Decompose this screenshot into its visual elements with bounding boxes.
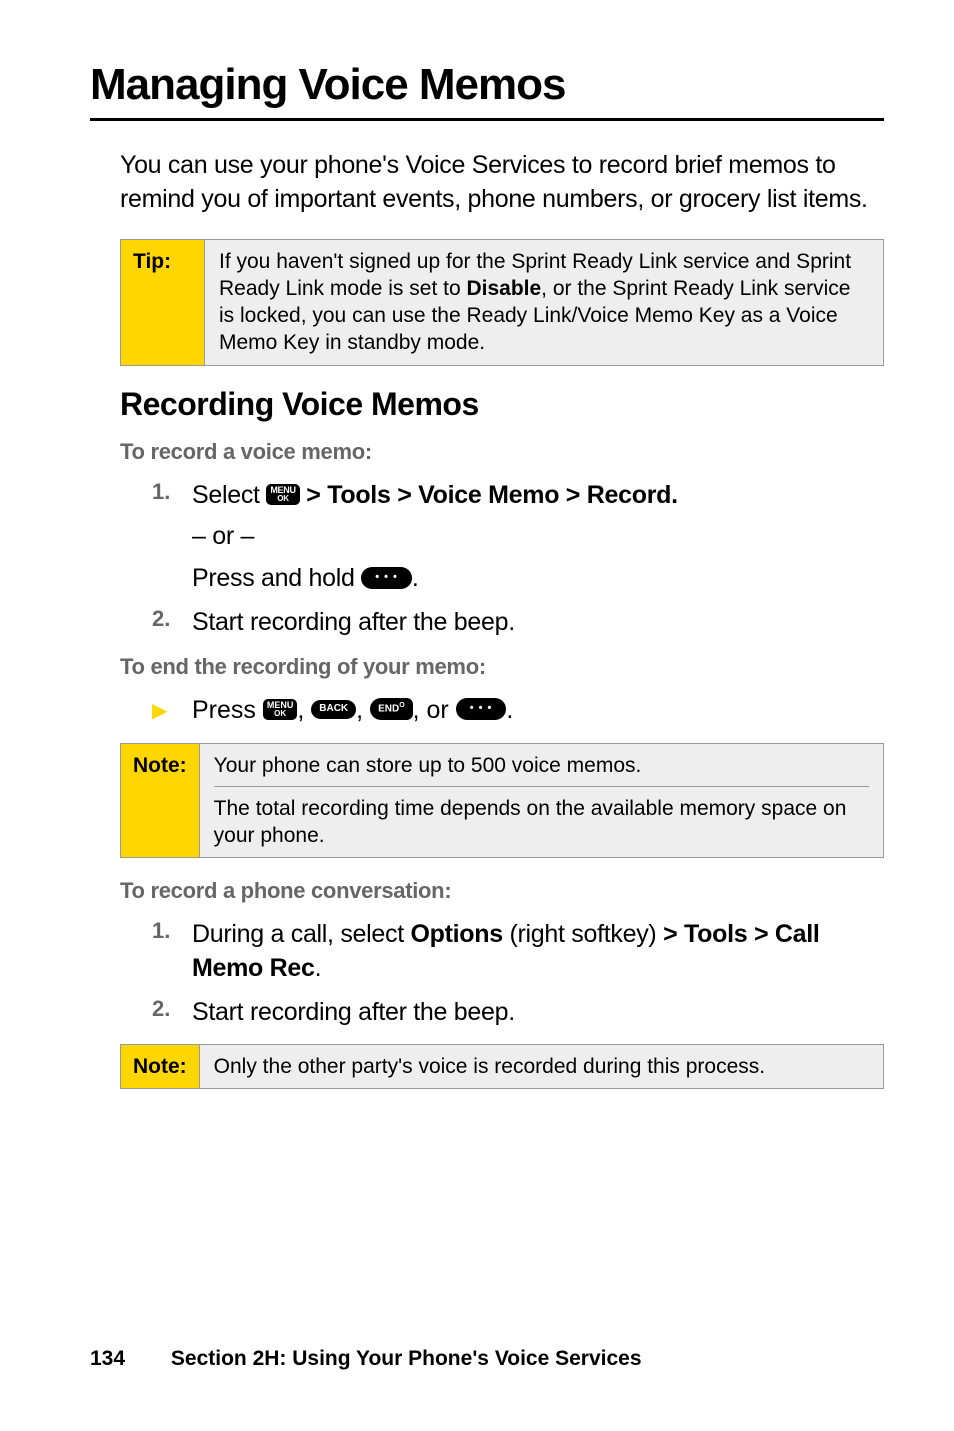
end-key-icon: ENDO <box>370 698 413 719</box>
step-text: Select MENUOK > Tools > Voice Memo > Rec… <box>192 479 884 596</box>
page-number: 134 <box>90 1347 125 1371</box>
footer-section: Section 2H: Using Your Phone's Voice Ser… <box>171 1347 642 1370</box>
steps-record-memo: 1. Select MENUOK > Tools > Voice Memo > … <box>152 479 884 640</box>
section-heading: Recording Voice Memos <box>120 386 884 423</box>
step-number: 2. <box>152 996 192 1030</box>
note1-line1: Your phone can store up to 500 voice mem… <box>214 752 869 779</box>
tip-text-bold: Disable <box>466 277 541 300</box>
readylink-key-icon: • • • <box>361 567 412 589</box>
press-line: Press MENUOK, BACK, ENDO, or • • •. <box>192 694 513 728</box>
steps-record-conversation: 1. During a call, select Options (right … <box>152 918 884 1029</box>
step1-prefix: Select <box>192 481 266 509</box>
subhead-record-memo: To record a voice memo: <box>120 439 884 465</box>
page-footer: 134 Section 2H: Using Your Phone's Voice… <box>90 1347 642 1371</box>
subhead-record-conversation: To record a phone conversation: <box>120 878 884 904</box>
step1c-options: Options <box>411 920 503 948</box>
subhead-end-recording: To end the recording of your memo: <box>120 654 884 680</box>
step-text: During a call, select Options (right sof… <box>192 918 884 986</box>
intro-paragraph: You can use your phone's Voice Services … <box>120 149 884 217</box>
step-number: 2. <box>152 606 192 640</box>
arrow-icon: ▶ <box>152 698 192 728</box>
step-2: 2. Start recording after the beep. <box>152 606 884 640</box>
step1-or: – or – <box>192 520 884 554</box>
note-label: Note: <box>121 1045 200 1088</box>
note-callout-1: Note: Your phone can store up to 500 voi… <box>120 743 884 858</box>
tip-callout: Tip: If you haven't signed up for the Sp… <box>120 239 884 366</box>
page-title: Managing Voice Memos <box>90 60 884 110</box>
step-text: Start recording after the beep. <box>192 606 884 640</box>
tip-body: If you haven't signed up for the Sprint … <box>205 240 883 365</box>
end-recording-list: ▶ Press MENUOK, BACK, ENDO, or • • •. <box>152 694 884 728</box>
step-text: Start recording after the beep. <box>192 996 884 1030</box>
note-callout-2: Note: Only the other party's voice is re… <box>120 1044 884 1089</box>
step-number: 1. <box>152 918 192 986</box>
step-1: 1. Select MENUOK > Tools > Voice Memo > … <box>152 479 884 596</box>
tip-label: Tip: <box>121 240 205 365</box>
step1c-prefix: During a call, select <box>192 920 411 948</box>
note-body: Your phone can store up to 500 voice mem… <box>200 744 883 857</box>
end-recording-item: ▶ Press MENUOK, BACK, ENDO, or • • •. <box>152 694 884 728</box>
step-2: 2. Start recording after the beep. <box>152 996 884 1030</box>
title-underline <box>90 118 884 121</box>
note-body: Only the other party's voice is recorded… <box>200 1045 883 1088</box>
note-divider <box>214 786 869 787</box>
step1c-mid: (right softkey) <box>503 920 663 948</box>
note-label: Note: <box>121 744 200 857</box>
step-1: 1. During a call, select Options (right … <box>152 918 884 986</box>
step-number: 1. <box>152 479 192 596</box>
menu-ok-icon: MENUOK <box>263 699 298 720</box>
menu-ok-icon: MENUOK <box>266 484 299 505</box>
note1-line2: The total recording time depends on the … <box>214 795 869 850</box>
readylink-key-icon: • • • <box>456 698 507 720</box>
back-key-icon: BACK <box>311 700 356 719</box>
step1-menu-path: > Tools > Voice Memo > Record <box>300 481 671 509</box>
step1-press-hold: Press and hold • • •. <box>192 562 884 596</box>
